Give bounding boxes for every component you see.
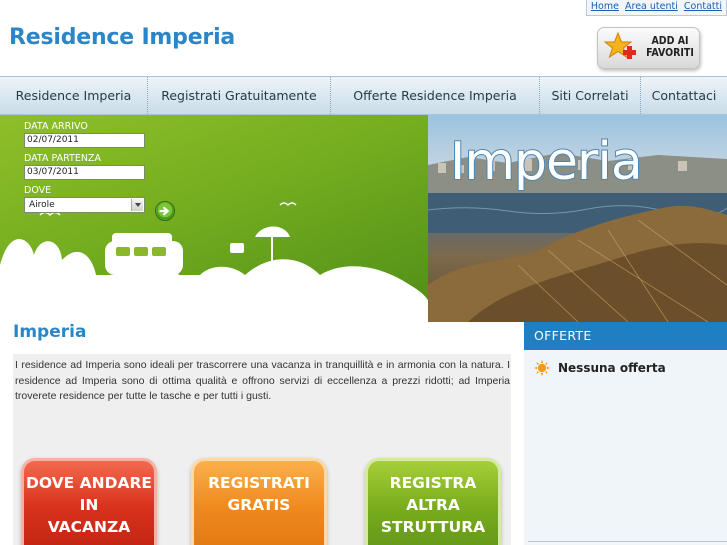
arrival-label: DATA ARRIVO — [24, 121, 88, 132]
cta-green-line-1: REGISTRA — [389, 474, 477, 492]
user-area-link[interactable]: Area utenti — [625, 1, 678, 12]
cta-green-line-2: ALTRA — [406, 496, 460, 514]
imperia-photo: Imperia — [428, 115, 727, 322]
home-link[interactable]: Home — [591, 1, 619, 12]
banner-green-panel: DATA ARRIVO 02/07/2011 DATA PARTENZA 03/… — [0, 115, 430, 322]
cta-orange-line-1: REGISTRATI — [208, 474, 310, 492]
add-favorite-icon — [604, 31, 636, 59]
main-nav: Residence Imperia Registrati Gratuitamen… — [0, 76, 727, 115]
dove-andare-button[interactable]: DOVE ANDARE IN VACANZA — [21, 458, 157, 545]
cta-red-line-1: DOVE ANDARE — [26, 474, 152, 492]
site-title[interactable]: Residence Imperia — [9, 25, 235, 50]
cta-red-line-2: IN — [79, 496, 99, 514]
nav-item-registrati[interactable]: Registrati Gratuitamente — [148, 77, 331, 114]
sidebar-divider — [528, 541, 727, 542]
main-title: Imperia — [13, 322, 87, 342]
nav-item-siti-correlati[interactable]: Siti Correlati — [540, 77, 641, 114]
where-select[interactable]: Airole — [24, 197, 145, 213]
departure-label: DATA PARTENZA — [24, 153, 101, 164]
banner: DATA ARRIVO 02/07/2011 DATA PARTENZA 03/… — [0, 115, 727, 322]
main-description: I residence ad Imperia sono ideali per t… — [15, 359, 510, 402]
page: Residence Imperia Home Area utenti Conta… — [0, 0, 727, 545]
go-arrow-icon[interactable] — [155, 201, 175, 221]
nav-item-contattaci[interactable]: Contattaci — [641, 77, 727, 114]
where-label: DOVE — [24, 185, 52, 196]
select-arrow-icon[interactable] — [131, 199, 143, 211]
favorites-line-2: FAVORITI — [646, 47, 694, 59]
cta-green-line-3: STRUTTURA — [380, 518, 486, 536]
top-links: Home Area utenti Contatti — [585, 0, 727, 16]
add-to-favorites-button[interactable]: ADD AI FAVORITI — [597, 27, 700, 69]
search-form: DATA ARRIVO 02/07/2011 DATA PARTENZA 03/… — [24, 121, 184, 213]
arrival-date-input[interactable]: 02/07/2011 — [24, 133, 145, 148]
favorites-label: ADD AI FAVORITI — [642, 35, 698, 59]
no-offers-label: Nessuna offerta — [558, 361, 666, 375]
nav-item-residence-imperia[interactable]: Residence Imperia — [0, 77, 148, 114]
favorites-line-1: ADD AI — [651, 35, 689, 47]
nav-item-offerte[interactable]: Offerte Residence Imperia — [331, 77, 540, 114]
where-select-value: Airole — [29, 200, 55, 210]
registrati-gratis-button[interactable]: REGISTRATI GRATIS — [191, 458, 327, 545]
offers-panel: Nessuna offerta — [524, 350, 727, 545]
contacts-link[interactable]: Contatti — [684, 1, 722, 12]
sun-icon — [534, 360, 550, 376]
cta-orange-line-2: GRATIS — [227, 496, 291, 514]
registra-struttura-button[interactable]: REGISTRA ALTRA STRUTTURA — [365, 458, 501, 545]
harbor-illustration: Imperia — [428, 131, 727, 322]
imperia-photo-title: Imperia — [450, 132, 642, 192]
offers-header: OFFERTE — [524, 322, 727, 350]
header: Residence Imperia Home Area utenti Conta… — [0, 0, 727, 76]
cta-red-line-3: VACANZA — [47, 518, 131, 536]
departure-date-input[interactable]: 03/07/2011 — [24, 165, 145, 180]
offer-item: Nessuna offerta — [534, 360, 666, 376]
